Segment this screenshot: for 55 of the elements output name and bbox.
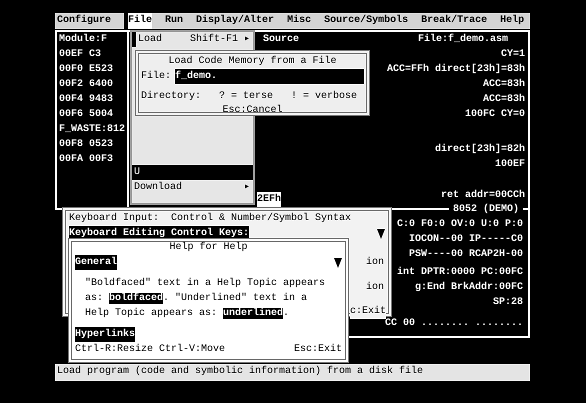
window-footer: c:Exit — [350, 304, 386, 319]
scroll-down-arrow-icon[interactable] — [377, 229, 385, 239]
menu-item[interactable]: Run — [165, 13, 184, 29]
pane-title: Source — [263, 33, 300, 47]
window-footer: Esc:Exit — [294, 342, 342, 357]
scroll-down-arrow-icon[interactable] — [334, 258, 342, 268]
code-line: 00F4 9483 — [59, 93, 114, 107]
dialog-title: Load Code Memory from a File — [167, 54, 338, 69]
field-label: File: — [141, 70, 172, 84]
memory-line: CC 00 ........ ........ — [384, 317, 523, 331]
source-line: ACC=FFh direct[23h]=83h — [386, 62, 525, 77]
source-line: ACC=83h — [482, 78, 525, 92]
menu-item[interactable]: Misc — [287, 13, 312, 29]
source-line: 100FC CY=0 — [464, 108, 525, 122]
code-line: 00F8 0523 — [59, 138, 114, 152]
menu-item[interactable]: File — [124, 13, 152, 29]
source-line: CY=1 — [500, 48, 525, 62]
register-line: PSW----00 RCAP2H-00 — [408, 248, 523, 262]
stack-pointer: SP:28 — [492, 296, 523, 310]
register-line: g:End BrkAddr:00FC — [414, 280, 523, 295]
menu-entry[interactable]: U — [132, 165, 253, 180]
menu-item[interactable]: Display/Alter — [196, 13, 274, 29]
code-line: 00F2 6400 — [59, 78, 114, 92]
source-fragment: 2EFh — [257, 192, 282, 207]
window-title: Keyboard Input: Control & Number/Symbol Syntax — [69, 212, 352, 226]
menu-entry[interactable]: Download ▸ — [132, 180, 253, 195]
help-text: ion — [366, 256, 384, 270]
pane-title: Module:F — [59, 32, 108, 47]
register-line: C:0 F0:0 OV:0 U:0 P:0 — [396, 218, 523, 232]
file-name: File:f_demo.asm — [418, 32, 508, 47]
topic-heading: General — [75, 255, 118, 270]
menu-item[interactable]: Break/Trace — [421, 13, 488, 29]
directory-hint: Directory: ? = terse ! = verbose — [141, 90, 358, 104]
help-paragraph: "Boldfaced" text in a Help Topic appears as: boldfaced. "Underlined" text in a Help Topic appears as: underlined. — [84, 276, 326, 321]
status-text: Load program (code and symbolic information) from a disk file — [57, 366, 424, 377]
code-line: F_WASTE:812 — [59, 123, 125, 137]
menu-item[interactable]: Help — [500, 13, 524, 29]
source-line: direct[23h]=82h — [434, 142, 525, 157]
code-line: 00FA 00F3 — [59, 153, 114, 167]
code-line: 00EF C3 — [59, 48, 102, 62]
source-line: ret addr=00CCh — [440, 188, 525, 202]
hyperlink[interactable]: Hyperlinks — [75, 327, 136, 342]
window-title: Help for Help — [168, 240, 248, 255]
dialog-footer: Esc:Cancel — [141, 103, 364, 118]
window-footer: Ctrl-R:Resize Ctrl-V:Move — [75, 342, 226, 357]
source-line: ACC=83h — [482, 92, 525, 107]
code-line: 00F6 5004 — [59, 108, 114, 122]
menu-item[interactable]: Configure — [57, 13, 112, 29]
register-line: int DPTR:0000 PC:00FC — [396, 266, 523, 280]
help-text: ion — [366, 280, 384, 295]
menu-item[interactable]: Source/Symbols — [324, 13, 408, 29]
register-line: IOCON--00 IP-----C0 — [408, 233, 523, 247]
code-line: 00F0 E523 — [59, 63, 114, 77]
source-line: 100EF — [494, 158, 525, 172]
file-input-field[interactable]: f_demo. — [175, 69, 364, 84]
